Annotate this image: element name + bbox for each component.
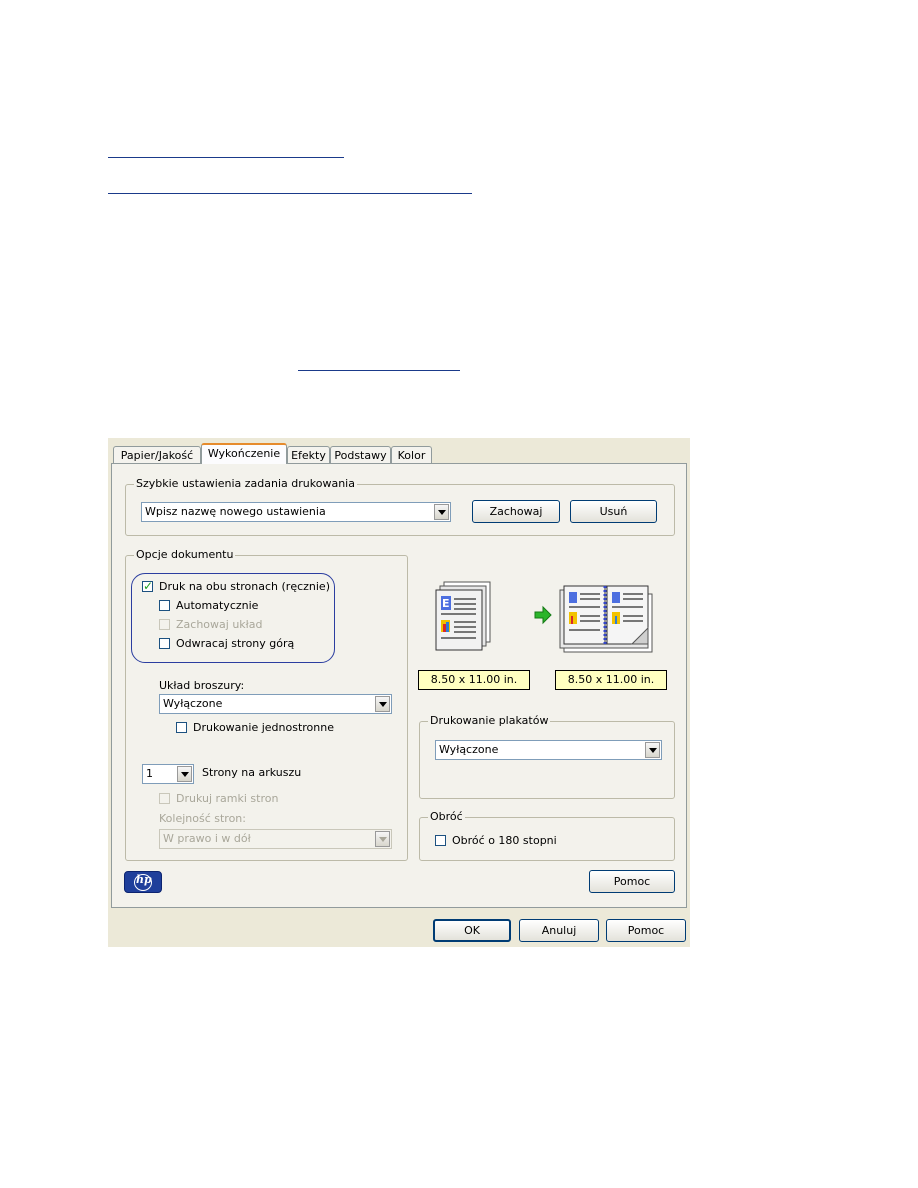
poster-printing-combo[interactable]: Wyłączone: [435, 740, 662, 760]
poster-printing-group: Drukowanie plakatów Wyłączone: [419, 714, 675, 799]
chevron-down-icon[interactable]: [645, 742, 660, 758]
delete-button[interactable]: Usuń: [570, 500, 657, 523]
keep-layout-label: Zachowaj układ: [176, 618, 263, 631]
poster-printing-value: Wyłączone: [439, 743, 499, 756]
checkbox-icon[interactable]: [176, 722, 187, 733]
print-borders-label: Drukuj ramki stron: [176, 792, 279, 805]
tab-basics[interactable]: Podstawy: [330, 446, 391, 463]
help-inner-button[interactable]: Pomoc: [589, 870, 675, 893]
page-order-combo: W prawo i w dół: [159, 829, 392, 849]
printer-properties-dialog: Papier/Jakość Wykończenie Efekty Podstaw…: [108, 438, 690, 947]
checkbox-checked-icon[interactable]: [142, 579, 153, 593]
arrow-right-icon: [534, 605, 552, 625]
tab-finishing[interactable]: Wykończenie: [201, 443, 287, 464]
rotate-group: Obróć Obróć o 180 stopni: [419, 810, 675, 861]
single-sided-label: Drukowanie jednostronne: [193, 721, 334, 734]
flip-pages-label: Odwracaj strony górą: [176, 637, 295, 650]
single-page-icon: E: [435, 581, 491, 651]
tab-strip: Papier/Jakość Wykończenie Efekty Podstaw…: [108, 438, 690, 464]
duplex-preview-illustration: E: [435, 581, 653, 653]
automatic-label: Automatycznie: [176, 599, 259, 612]
pages-per-sheet-value: 1: [146, 767, 153, 780]
booklet-layout-label: Układ broszury:: [159, 679, 245, 692]
tab-paper-quality[interactable]: Papier/Jakość: [113, 446, 201, 463]
quick-settings-group: Szybkie ustawienia zadania drukowania Wp…: [125, 477, 675, 536]
booklet-layout-value: Wyłączone: [163, 697, 223, 710]
booklet-icon: [559, 585, 653, 653]
ok-button[interactable]: OK: [433, 919, 511, 942]
chevron-down-icon[interactable]: [434, 504, 449, 520]
document-options-group: Opcje dokumentu Druk na obu stronach (rę…: [125, 548, 408, 861]
svg-text:E: E: [442, 597, 450, 610]
rotate-legend: Obróć: [428, 810, 465, 823]
hp-logo-text: hp: [136, 873, 152, 886]
quick-settings-combo[interactable]: Wpisz nazwę nowego ustawienia: [141, 502, 451, 522]
duplex-manual-label: Druk na obu stronach (ręcznie): [159, 580, 330, 593]
quick-settings-value: Wpisz nazwę nowego ustawienia: [145, 505, 326, 518]
paper-size-right: 8.50 x 11.00 in.: [555, 670, 667, 690]
link-underline-2[interactable]: [108, 193, 472, 194]
booklet-layout-combo[interactable]: Wyłączone: [159, 694, 392, 714]
tab-color[interactable]: Kolor: [391, 446, 432, 463]
checkbox-icon[interactable]: [159, 600, 170, 611]
checkbox-icon: [159, 619, 170, 630]
pages-per-sheet-label: Strony na arkuszu: [202, 766, 302, 779]
rotate-180-label: Obróć o 180 stopni: [452, 834, 557, 847]
tab-panel-finishing: Szybkie ustawienia zadania drukowania Wp…: [111, 463, 687, 908]
document-options-legend: Opcje dokumentu: [134, 548, 236, 561]
poster-printing-legend: Drukowanie plakatów: [428, 714, 551, 727]
page-order-value: W prawo i w dół: [163, 832, 251, 845]
checkbox-icon[interactable]: [435, 835, 446, 846]
link-underline-3[interactable]: [298, 370, 460, 371]
help-button[interactable]: Pomoc: [606, 919, 686, 942]
checkbox-icon: [159, 793, 170, 804]
hp-logo: hp: [124, 871, 162, 893]
quick-settings-legend: Szybkie ustawienia zadania drukowania: [134, 477, 357, 490]
pages-per-sheet-combo[interactable]: 1: [142, 764, 194, 784]
chevron-down-icon: [375, 831, 390, 847]
page-order-label: Kolejność stron:: [159, 812, 246, 825]
chevron-down-icon[interactable]: [177, 766, 192, 782]
save-button[interactable]: Zachowaj: [472, 500, 560, 523]
cancel-button[interactable]: Anuluj: [519, 919, 599, 942]
paper-size-left: 8.50 x 11.00 in.: [418, 670, 530, 690]
tab-effects[interactable]: Efekty: [287, 446, 330, 463]
link-underline-1[interactable]: [108, 157, 344, 158]
checkbox-icon[interactable]: [159, 638, 170, 649]
chevron-down-icon[interactable]: [375, 696, 390, 712]
